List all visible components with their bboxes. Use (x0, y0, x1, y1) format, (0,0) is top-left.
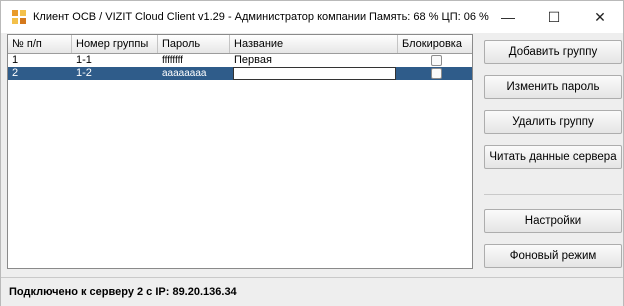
connection-status: Подключено к серверу 2 с IP: 89.20.136.3… (9, 286, 237, 298)
lock-checkbox[interactable] (431, 68, 442, 79)
read-server-data-button[interactable]: Читать данные сервера (484, 145, 622, 169)
cell-password: aaaaaaaa (162, 68, 207, 79)
column-header-password[interactable]: Пароль (158, 35, 230, 53)
name-edit-field[interactable] (233, 67, 396, 80)
column-header-group[interactable]: Номер группы (72, 35, 158, 53)
title-bar[interactable]: Клиент ОСВ / VIZIT Cloud Client v1.29 - … (1, 1, 623, 33)
separator (484, 194, 622, 195)
change-password-button[interactable]: Изменить пароль (484, 75, 622, 99)
close-button[interactable]: ✕ (577, 1, 623, 33)
resource-stats: Память: 68 % ЦП: 06 % (369, 11, 489, 23)
cell-name: Первая (234, 54, 272, 66)
table-row[interactable]: 1 1-1 ffffffff Первая (8, 54, 472, 67)
minimize-button[interactable]: — (485, 1, 531, 33)
column-header-lock[interactable]: Блокировка (398, 35, 472, 53)
cell-num: 2 (12, 67, 19, 79)
cell-group: 1-1 (76, 54, 92, 66)
cell-password: ffffffff (162, 55, 183, 66)
delete-group-button[interactable]: Удалить группу (484, 110, 622, 134)
status-bar: Подключено к серверу 2 с IP: 89.20.136.3… (1, 277, 623, 306)
column-header-name[interactable]: Название (230, 35, 398, 53)
window-title: Клиент ОСВ / VIZIT Cloud Client v1.29 - … (33, 11, 367, 23)
cell-num: 1 (12, 54, 19, 66)
table-header: № п/п Номер группы Пароль Название Блоки… (8, 35, 472, 54)
app-icon (12, 10, 26, 24)
lock-checkbox[interactable] (431, 55, 442, 66)
cell-group: 1-2 (76, 67, 92, 79)
app-window: Клиент ОСВ / VIZIT Cloud Client v1.29 - … (0, 0, 624, 306)
table-row-selected[interactable]: 2 1-2 aaaaaaaa (8, 67, 472, 80)
settings-button[interactable]: Настройки (484, 209, 622, 233)
column-header-num[interactable]: № п/п (8, 35, 72, 53)
groups-table[interactable]: № п/п Номер группы Пароль Название Блоки… (7, 34, 473, 269)
background-mode-button[interactable]: Фоновый режим (484, 244, 622, 268)
maximize-button[interactable]: ☐ (531, 1, 577, 33)
add-group-button[interactable]: Добавить группу (484, 40, 622, 64)
